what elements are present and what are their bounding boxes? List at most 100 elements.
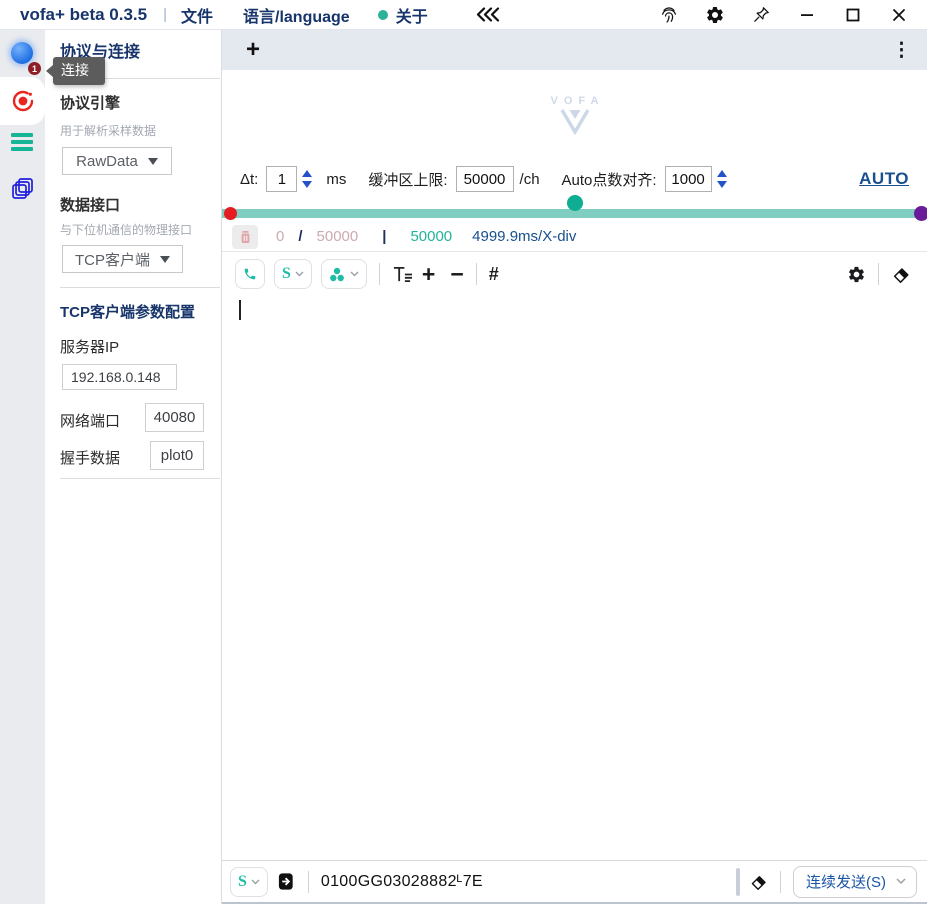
main-area: + ⋮ VOFA Δt: 1 ms bbox=[222, 30, 927, 904]
series-style-label: S bbox=[282, 265, 291, 283]
pin-icon[interactable] bbox=[751, 5, 771, 25]
data-interface-heading: 数据接口 bbox=[60, 194, 120, 215]
gear-icon bbox=[847, 265, 866, 284]
dt-spinbox[interactable]: 1 bbox=[266, 166, 312, 192]
divider bbox=[878, 263, 879, 285]
clear-plot-button[interactable] bbox=[891, 264, 911, 284]
menu-about-label: 关于 bbox=[396, 3, 428, 27]
dt-unit: ms bbox=[326, 171, 346, 188]
text-overlay-icon bbox=[392, 265, 413, 284]
protocol-engine-desc: 用于解析采样数据 bbox=[60, 122, 156, 139]
plot-settings-button[interactable] bbox=[847, 265, 866, 284]
settings-gear-icon[interactable] bbox=[705, 5, 725, 25]
eraser-icon bbox=[749, 872, 768, 891]
app-title: vofa+ beta 0.3.5 bbox=[20, 5, 147, 25]
menu-language[interactable]: 语言/language bbox=[243, 3, 350, 27]
divider bbox=[476, 263, 477, 285]
port-label: 网络端口 bbox=[60, 410, 120, 431]
series-style-button[interactable]: S bbox=[274, 259, 312, 289]
buffer-slider[interactable] bbox=[222, 198, 927, 222]
clear-send-button[interactable] bbox=[749, 872, 768, 891]
notification-badge: 1 bbox=[28, 62, 41, 75]
close-button[interactable] bbox=[889, 5, 909, 25]
spin-up-icon[interactable] bbox=[302, 170, 312, 177]
handshake-label: 握手数据 bbox=[60, 447, 120, 468]
rail-item-menu[interactable] bbox=[11, 133, 33, 151]
rail-item-windows[interactable] bbox=[10, 176, 35, 206]
record-target-icon bbox=[11, 89, 35, 113]
zoom-out-button[interactable]: − bbox=[450, 263, 463, 286]
server-ip-label: 服务器IP bbox=[60, 336, 119, 357]
slider-handle-left[interactable] bbox=[224, 207, 237, 220]
chevron-down-icon bbox=[896, 878, 906, 885]
call-button[interactable] bbox=[235, 259, 265, 289]
fingerprint-icon[interactable] bbox=[659, 5, 679, 25]
trash-icon bbox=[238, 229, 253, 245]
buffer-limit-input[interactable] bbox=[456, 166, 514, 192]
app-body: 1 连接 协议与连接 bbox=[0, 30, 927, 904]
menu-about[interactable]: 关于 bbox=[378, 3, 428, 27]
buffer-unit: /ch bbox=[520, 171, 540, 188]
send-file-icon bbox=[277, 872, 296, 891]
minimize-button[interactable] bbox=[797, 5, 817, 25]
protocol-engine-select[interactable]: RawData bbox=[62, 147, 172, 175]
collapse-panel-button[interactable] bbox=[476, 7, 500, 22]
chevron-down-icon bbox=[251, 879, 260, 885]
titlebar-separator: | bbox=[163, 6, 167, 23]
plot-area[interactable] bbox=[222, 296, 927, 860]
tab-overflow-menu-button[interactable]: ⋮ bbox=[892, 39, 911, 62]
connection-panel: 协议与连接 协议引擎 用于解析采样数据 RawData 数据接口 与下位机通信的… bbox=[45, 30, 222, 904]
data-interface-value: TCP客户端 bbox=[75, 249, 150, 270]
dt-label: Δt: bbox=[240, 171, 258, 188]
align-spinbox[interactable]: 1000 bbox=[665, 166, 727, 192]
status-dot-icon bbox=[378, 10, 388, 20]
send-mode-select[interactable]: 连续发送(S) bbox=[793, 866, 917, 898]
clear-buffer-button[interactable] bbox=[232, 225, 258, 249]
chevron-down-icon bbox=[350, 271, 359, 277]
xdiv-scale: 4999.9ms/X-div bbox=[472, 228, 576, 245]
text-overlay-button[interactable] bbox=[392, 265, 413, 284]
divider bbox=[60, 287, 220, 288]
points-count: 50000 bbox=[410, 228, 452, 245]
scrollbar-thumb[interactable] bbox=[736, 868, 740, 896]
dt-value[interactable]: 1 bbox=[266, 166, 297, 192]
icon-rail: 1 bbox=[0, 30, 45, 904]
auto-align-label: Auto点数对齐: bbox=[562, 169, 657, 190]
data-interface-select[interactable]: TCP客户端 bbox=[62, 245, 183, 273]
spin-down-icon[interactable] bbox=[302, 181, 312, 188]
spin-up-icon[interactable] bbox=[717, 170, 727, 177]
vofa-logo-icon bbox=[558, 107, 592, 135]
server-ip-input[interactable] bbox=[62, 364, 177, 390]
add-tab-button[interactable]: + bbox=[246, 38, 260, 62]
dropdown-arrow-icon bbox=[148, 158, 158, 165]
divider bbox=[308, 871, 309, 893]
scatter-style-button[interactable] bbox=[321, 259, 367, 289]
dropdown-arrow-icon bbox=[160, 256, 170, 263]
slider-handle-center[interactable] bbox=[567, 195, 583, 211]
menu-file[interactable]: 文件 bbox=[181, 3, 213, 27]
channel-count-button[interactable]: # bbox=[489, 264, 499, 285]
send-series-button[interactable]: S bbox=[230, 867, 268, 897]
divider bbox=[780, 871, 781, 893]
chevron-down-icon bbox=[295, 271, 304, 277]
data-interface-desc: 与下位机通信的物理接口 bbox=[60, 221, 192, 238]
divider bbox=[379, 263, 380, 285]
triple-chevron-left-icon bbox=[476, 7, 500, 22]
port-input[interactable] bbox=[145, 403, 204, 432]
watermark-zone: VOFA bbox=[222, 70, 927, 160]
buffer-capacity: 50000 bbox=[317, 228, 359, 245]
connection-indicator-icon[interactable] bbox=[11, 42, 33, 64]
zoom-in-button[interactable]: + bbox=[422, 263, 435, 286]
send-message-input[interactable]: 0100GG03028882ᴸ7E bbox=[321, 873, 727, 891]
align-value[interactable]: 1000 bbox=[665, 166, 712, 192]
send-file-button[interactable] bbox=[277, 872, 296, 891]
handshake-input[interactable] bbox=[150, 441, 204, 470]
maximize-button[interactable] bbox=[843, 5, 863, 25]
buffer-status-row: 0 / 50000 | 50000 4999.9ms/X-div bbox=[222, 222, 927, 252]
spin-down-icon[interactable] bbox=[717, 181, 727, 188]
auto-button[interactable]: AUTO bbox=[859, 169, 909, 189]
rail-item-connection[interactable] bbox=[0, 77, 45, 125]
slider-handle-right[interactable] bbox=[914, 206, 927, 221]
phone-icon bbox=[243, 266, 257, 282]
send-series-label: S bbox=[238, 873, 247, 891]
